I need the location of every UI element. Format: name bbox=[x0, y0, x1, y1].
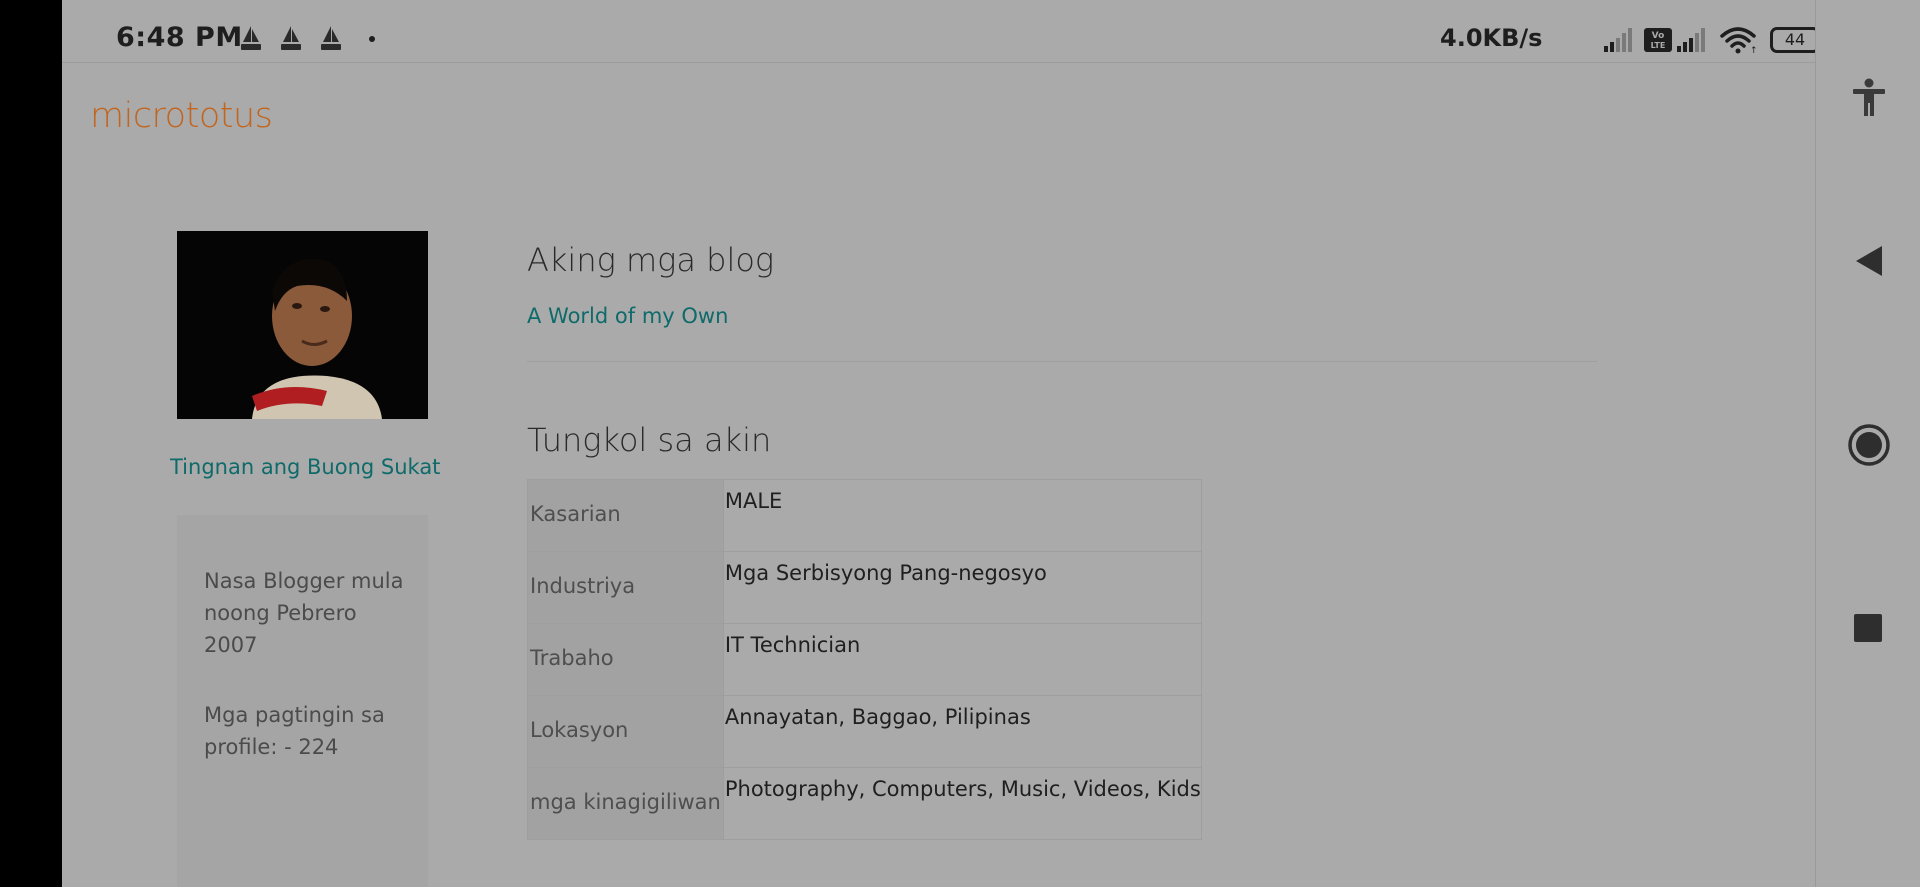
table-row: mga kinagigiliwan Photography, Computers… bbox=[527, 767, 1202, 840]
section-divider bbox=[527, 361, 1597, 362]
about-label-gender: Kasarian bbox=[527, 479, 724, 552]
profile-info-box: Nasa Blogger mula noong Pebrero 2007 Mga… bbox=[177, 515, 428, 887]
about-value-occupation[interactable]: IT Technician bbox=[722, 623, 1202, 696]
browser-screen: 6:48 PM 4.0KB/s Vo LTE ↑ 44 micrototus T… bbox=[62, 0, 1815, 887]
site-title-link[interactable]: micrototus bbox=[90, 96, 273, 136]
more-notifications-dot bbox=[369, 36, 375, 42]
about-label-interests: mga kinagigiliwan bbox=[527, 767, 724, 840]
profile-views-text: Mga pagtingin sa profile: - 224 bbox=[204, 703, 385, 759]
about-label-occupation: Trabaho bbox=[527, 623, 724, 696]
about-label-industry: Industriya bbox=[527, 551, 724, 624]
system-nav-bar bbox=[1815, 0, 1920, 887]
about-value-industry[interactable]: Mga Serbisyong Pang-negosyo bbox=[722, 551, 1202, 624]
view-full-size-link[interactable]: Tingnan ang Buong Sukat bbox=[170, 455, 440, 479]
volte-icon: Vo LTE bbox=[1644, 28, 1672, 52]
signal-strength-icon bbox=[1604, 28, 1632, 52]
status-time: 6:48 PM bbox=[116, 22, 243, 53]
home-icon[interactable] bbox=[1847, 423, 1891, 467]
accessibility-icon[interactable] bbox=[1852, 78, 1886, 116]
battery-icon: 44 bbox=[1770, 27, 1815, 53]
sailboat-notification-icon bbox=[281, 26, 301, 50]
network-speed: 4.0KB/s bbox=[1440, 24, 1543, 52]
about-value-location[interactable]: Annayatan, Baggao, Pilipinas bbox=[722, 695, 1202, 768]
member-since-text: Nasa Blogger mula noong Pebrero 2007 bbox=[204, 569, 404, 657]
recents-icon[interactable] bbox=[1854, 614, 1882, 642]
about-value-gender: MALE bbox=[722, 479, 1202, 552]
table-row: Lokasyon Annayatan, Baggao, Pilipinas bbox=[527, 695, 1202, 768]
table-row: Kasarian MALE bbox=[527, 479, 1202, 552]
about-value-interests[interactable]: Photography, Computers, Music, Videos, K… bbox=[722, 767, 1202, 840]
sailboat-notification-icon bbox=[241, 26, 261, 50]
blog-link[interactable]: A World of my Own bbox=[527, 304, 728, 328]
about-label-location: Lokasyon bbox=[527, 695, 724, 768]
about-heading: Tungkol sa akin bbox=[527, 421, 772, 459]
svg-text:LTE: LTE bbox=[1651, 41, 1666, 50]
wifi-icon: ↑↓ bbox=[1720, 27, 1756, 54]
back-icon[interactable] bbox=[1854, 245, 1884, 277]
signal-strength-2-icon bbox=[1677, 28, 1705, 52]
blogs-heading: Aking mga blog bbox=[527, 241, 775, 279]
status-bar: 6:48 PM 4.0KB/s Vo LTE ↑ 44 bbox=[62, 0, 1815, 63]
svg-text:Vo: Vo bbox=[1652, 31, 1665, 41]
about-table: Kasarian MALE Industriya Mga Serbisyong … bbox=[527, 479, 1202, 840]
svg-text:↑↓: ↑↓ bbox=[1750, 46, 1756, 54]
battery-level: 44 bbox=[1784, 30, 1806, 49]
profile-photo[interactable] bbox=[177, 231, 428, 419]
sailboat-notification-icon bbox=[321, 26, 341, 50]
table-row: Industriya Mga Serbisyong Pang-negosyo bbox=[527, 551, 1202, 624]
table-row: Trabaho IT Technician bbox=[527, 623, 1202, 696]
